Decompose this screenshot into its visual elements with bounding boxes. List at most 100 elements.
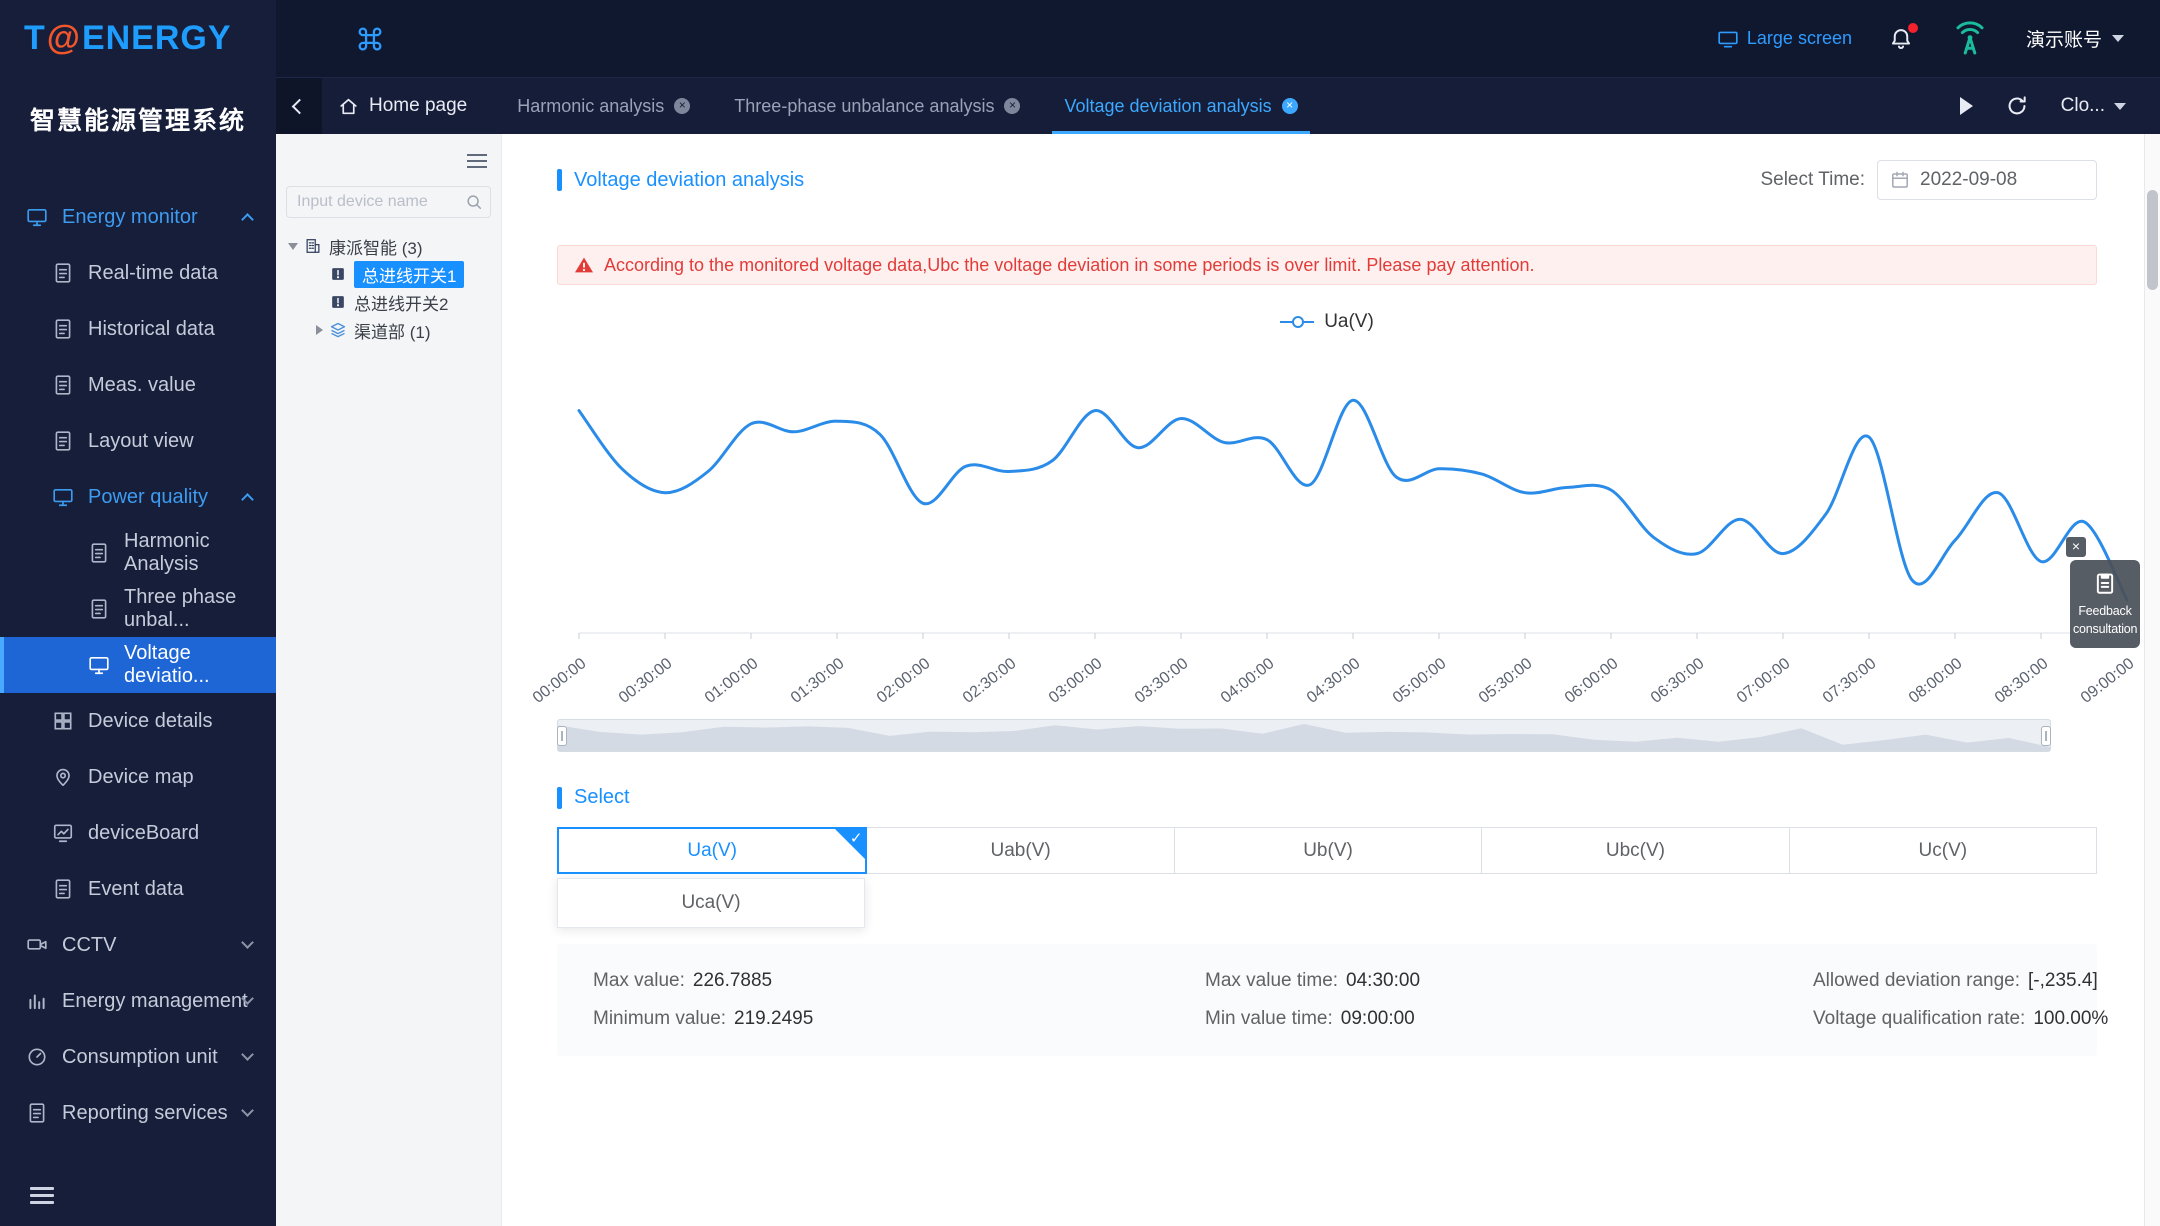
tabs-back-button[interactable] xyxy=(276,78,322,134)
historical-data-icon xyxy=(52,318,74,340)
command-icon[interactable] xyxy=(356,25,384,53)
large-screen-button[interactable]: Large screen xyxy=(1717,28,1852,50)
refresh-button[interactable] xyxy=(2005,94,2029,118)
tab-close-icon[interactable]: × xyxy=(1004,98,1021,114)
sidebar-item-energy-monitor[interactable]: Energy monitor xyxy=(0,189,276,245)
option-uab-v[interactable]: Uab(V) xyxy=(866,827,1175,874)
energy-monitor-icon xyxy=(26,206,48,228)
chevron-down-icon xyxy=(2112,35,2124,42)
logo-text: T xyxy=(24,19,46,57)
tab-voltage-deviation-analysis[interactable]: Voltage deviation analysis × xyxy=(1052,78,1310,134)
option-uc-v[interactable]: Uc(V) xyxy=(1788,827,2098,874)
datazoom-left-handle[interactable] xyxy=(557,725,567,746)
sidebar-item-label: Energy management xyxy=(62,989,248,1012)
feedback-label: Feedback xyxy=(2078,604,2132,618)
tree-node-label[interactable]: 总进线开关1 xyxy=(354,260,465,288)
tab-close-icon[interactable]: × xyxy=(674,98,691,114)
device-search-input[interactable] xyxy=(286,186,491,218)
signal-tower-icon[interactable] xyxy=(1950,19,1990,59)
stat-allowed-deviation-range: Allowed deviation range: [-,235.4] xyxy=(1813,970,2108,992)
legend-label: Ua(V) xyxy=(1324,311,1374,332)
power-quality-icon xyxy=(52,486,74,508)
sidebar-item-device-details[interactable]: Device details xyxy=(0,693,276,749)
tab-close-icon[interactable]: × xyxy=(1281,98,1298,114)
sidebar-item-meas-value[interactable]: Meas. value xyxy=(0,357,276,413)
notification-bell-button[interactable] xyxy=(1888,22,1918,52)
datazoom-slider[interactable] xyxy=(557,719,2051,752)
x-axis-tick-label: 03:00:00 xyxy=(1045,655,1106,707)
tab-harmonic-analysis[interactable]: Harmonic analysis × xyxy=(505,78,702,134)
tree-node-0[interactable]: 康派智能 (3) xyxy=(286,232,491,260)
account-menu[interactable]: 演示账号 xyxy=(2026,25,2124,52)
title-accent-bar xyxy=(557,786,562,809)
notification-dot xyxy=(1907,22,1918,33)
line-chart-canvas xyxy=(577,398,2139,639)
stat-value: 04:30:00 xyxy=(1346,970,1421,991)
device-details-icon xyxy=(52,710,74,732)
sidebar-item-deviceboard[interactable]: deviceBoard xyxy=(0,805,276,861)
x-axis-tick-label: 02:30:00 xyxy=(959,655,1020,707)
tree-node-label[interactable]: 渠道部 (1) xyxy=(354,318,431,343)
scrollbar-thumb[interactable] xyxy=(2147,190,2158,290)
device-tree-panel: 康派智能 (3)总进线开关1总进线开关2 渠道部 (1) xyxy=(276,134,502,1226)
datazoom-right-handle[interactable] xyxy=(2041,725,2051,746)
scrollbar-track[interactable] xyxy=(2144,134,2160,1226)
sidebar-item-power-quality[interactable]: Power quality xyxy=(0,469,276,525)
tab-three-phase-unbalance-analysis[interactable]: Three-phase unbalance analysis × xyxy=(722,78,1032,134)
option-ub-v[interactable]: Ub(V) xyxy=(1173,827,1483,874)
sidebar-item-layout-view[interactable]: Layout view xyxy=(0,413,276,469)
sidebar-item-historical-data[interactable]: Historical data xyxy=(0,301,276,357)
sidebar-item-device-map[interactable]: Device map xyxy=(0,749,276,805)
x-axis-tick-label: 04:00:00 xyxy=(1217,655,1278,707)
feedback-label: consultation xyxy=(2073,622,2138,637)
sidebar-item-harmonic-analysis[interactable]: Harmonic Analysis xyxy=(0,525,276,581)
sidebar-item-label: Three phase unbal... xyxy=(124,586,237,631)
option-ua-v[interactable]: Ua(V) ✓ xyxy=(557,827,868,874)
sidebar-item-voltage-deviatio[interactable]: Voltage deviatio... xyxy=(0,637,276,693)
caret-collapsed-icon[interactable] xyxy=(316,325,323,335)
alert-banner: According to the monitored voltage data,… xyxy=(557,245,2097,285)
stat-min-value-time: Min value time: 09:00:00 xyxy=(1205,1008,1813,1030)
sidebar-item-reporting-services[interactable]: Reporting services xyxy=(0,1085,276,1141)
date-picker[interactable]: 2022-09-08 xyxy=(1877,160,2097,200)
stat-max-value: Max value: 226.7885 xyxy=(593,970,1205,992)
chevron-up-icon xyxy=(241,213,254,226)
sidebar-item-consumption-unit[interactable]: Consumption unit xyxy=(0,1029,276,1085)
phase-options-row: Ua(V) ✓ Uab(V) Ub(V) Ubc(V) Uc(V) xyxy=(557,827,2098,874)
close-dropdown-label: Clo... xyxy=(2060,95,2105,116)
legend-line-marker-icon xyxy=(1280,316,1315,328)
tree-node-label[interactable]: 总进线开关2 xyxy=(354,290,448,315)
tab-label: Voltage deviation analysis xyxy=(1064,95,1272,116)
sidebar-item-label: Harmonic Analysis xyxy=(124,530,210,575)
close-tabs-dropdown[interactable]: Clo... xyxy=(2061,95,2126,117)
sidebar-item-cctv[interactable]: CCTV xyxy=(0,917,276,973)
caret-expanded-icon[interactable] xyxy=(288,242,298,250)
tree-node-1[interactable]: 总进线开关1 xyxy=(286,260,491,288)
harmonic-analysis-icon xyxy=(88,542,110,564)
logo-at-icon: @ xyxy=(46,19,81,57)
option-ubc-v[interactable]: Ubc(V) xyxy=(1481,827,1790,874)
tree-node-3[interactable]: 渠道部 (1) xyxy=(286,316,491,344)
breaker-icon xyxy=(329,265,347,283)
feedback-widget[interactable]: × Feedback consultation xyxy=(2066,537,2140,649)
sidebar-item-event-data[interactable]: Event data xyxy=(0,861,276,917)
feedback-close-button[interactable]: × xyxy=(2066,537,2086,557)
sidebar-item-energy-management[interactable]: Energy management xyxy=(0,973,276,1029)
consumption-unit-icon xyxy=(26,1046,48,1068)
tree-node-2[interactable]: 总进线开关2 xyxy=(286,288,491,316)
panel-collapse-button[interactable] xyxy=(467,150,487,172)
tree-node-label[interactable]: 康派智能 (3) xyxy=(329,234,423,259)
tab-home[interactable]: Home page xyxy=(322,78,495,134)
chart-legend[interactable]: Ua(V) xyxy=(557,311,2097,333)
sidebar-item-label: Real-time data xyxy=(88,261,219,284)
sidebar-item-real-time-data[interactable]: Real-time data xyxy=(0,245,276,301)
x-axis-tick-label: 00:00:00 xyxy=(529,655,590,707)
sidebar-item-label: Event data xyxy=(88,877,184,900)
sidebar-item-three-phase-unbal[interactable]: Three phase unbal... xyxy=(0,581,276,637)
tabs-forward-button[interactable] xyxy=(1959,97,1973,115)
check-icon: ✓ xyxy=(849,830,863,847)
option-uca-v[interactable]: Uca(V) xyxy=(557,878,865,928)
sidebar-item-label: deviceBoard xyxy=(88,821,200,844)
search-icon[interactable] xyxy=(465,193,483,211)
sidebar-collapse-button[interactable] xyxy=(30,1183,54,1208)
